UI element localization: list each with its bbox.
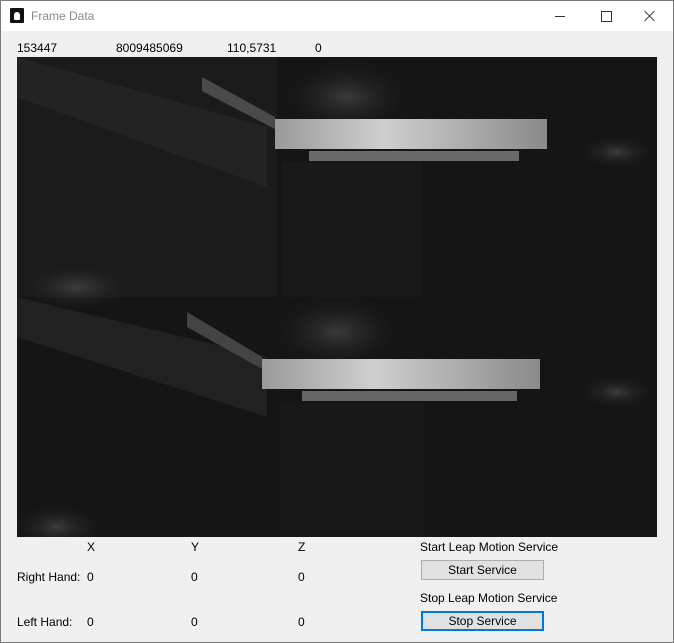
frame-id-value: 153447 <box>17 41 58 55</box>
y-header: Y <box>191 540 200 554</box>
close-icon <box>644 10 656 22</box>
close-button[interactable] <box>627 1 673 31</box>
start-service-label: Start Leap Motion Service <box>420 540 559 554</box>
z-header: Z <box>298 540 306 554</box>
timestamp-value: 8009485069 <box>116 41 183 55</box>
left-hand-label: Left Hand: <box>17 615 73 629</box>
right-hand-z: 0 <box>298 570 305 584</box>
right-hand-x: 0 <box>87 570 94 584</box>
title-bar[interactable]: Frame Data <box>1 1 673 31</box>
right-hand-y: 0 <box>191 570 198 584</box>
stop-service-label: Stop Leap Motion Service <box>420 591 558 605</box>
left-hand-y: 0 <box>191 615 198 629</box>
minimize-button[interactable] <box>537 1 583 31</box>
hand-count-value: 0 <box>315 41 322 55</box>
minimize-icon <box>555 15 565 17</box>
app-window: Frame Data 153447 8009485069 110,5731 0 <box>0 0 674 643</box>
maximize-icon <box>600 10 612 22</box>
fps-value: 110,5731 <box>227 41 277 55</box>
window-title: Frame Data <box>31 9 95 23</box>
left-hand-x: 0 <box>87 615 94 629</box>
start-service-button[interactable]: Start Service <box>421 560 544 580</box>
maximize-button[interactable] <box>583 1 629 31</box>
app-icon <box>10 8 24 23</box>
x-header: X <box>87 540 96 554</box>
right-hand-label: Right Hand: <box>17 570 81 584</box>
stop-service-button[interactable]: Stop Service <box>421 611 544 631</box>
left-hand-z: 0 <box>298 615 305 629</box>
camera-feed-image <box>17 57 657 537</box>
